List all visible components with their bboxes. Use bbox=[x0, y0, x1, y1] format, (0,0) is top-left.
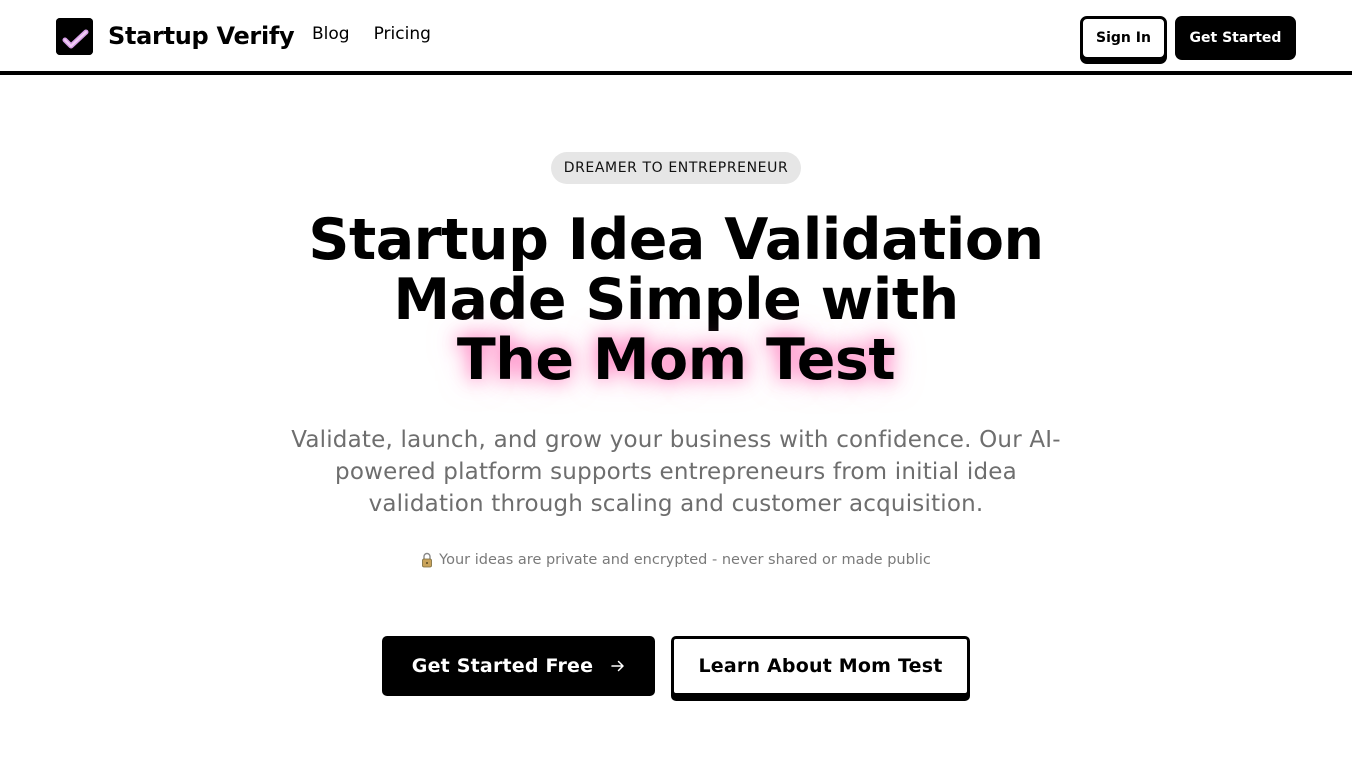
brand-name: Startup Verify bbox=[108, 22, 295, 50]
brand-logo-link[interactable]: Startup Verify bbox=[56, 17, 295, 55]
get-started-free-button[interactable]: Get Started Free bbox=[382, 636, 655, 696]
headline-highlight: The Mom Test bbox=[456, 327, 896, 393]
cta-primary-label: Get Started Free bbox=[411, 655, 594, 677]
lock-icon bbox=[421, 552, 433, 568]
nav-link-blog[interactable]: Blog bbox=[312, 24, 350, 44]
checkmark-logo-icon bbox=[56, 17, 93, 55]
hero-badge: DREAMER TO ENTREPRENEUR bbox=[551, 152, 801, 184]
headline-line-2: Made Simple with bbox=[393, 267, 959, 333]
nav-link-pricing[interactable]: Pricing bbox=[374, 24, 431, 44]
headline-line-1: Startup Idea Validation bbox=[308, 207, 1044, 273]
hero-subtext: Validate, launch, and grow your business… bbox=[291, 427, 1061, 517]
privacy-note-text: Your ideas are private and encrypted - n… bbox=[439, 552, 931, 568]
site-header: Startup Verify Blog Pricing Sign In Get … bbox=[0, 0, 1352, 75]
learn-about-mom-test-button[interactable]: Learn About Mom Test bbox=[671, 636, 970, 696]
sign-in-button[interactable]: Sign In bbox=[1080, 16, 1167, 60]
header-get-started-button[interactable]: Get Started bbox=[1175, 16, 1296, 60]
main-nav: Blog Pricing bbox=[312, 24, 431, 44]
arrow-right-icon bbox=[611, 657, 625, 676]
hero-headline: Startup Idea Validation Made Simple with… bbox=[176, 210, 1176, 390]
privacy-note: Your ideas are private and encrypted - n… bbox=[276, 552, 1076, 568]
